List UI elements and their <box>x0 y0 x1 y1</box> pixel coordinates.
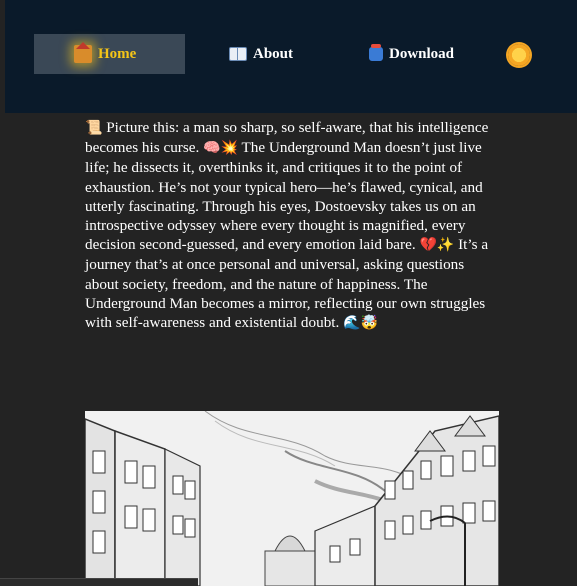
nav-download-label: Download <box>389 45 455 62</box>
house-icon <box>74 42 92 63</box>
nav-download-link[interactable]: Download <box>369 34 454 74</box>
brain-explosion-emoji: 🧠💥 <box>203 140 238 157</box>
sun-icon[interactable] <box>508 44 530 66</box>
browser-status-bar <box>0 578 198 586</box>
article-paragraph: 📜 Picture this: a man so sharp, so self-… <box>85 118 499 333</box>
city-street-illustration <box>85 411 499 586</box>
nav-about-link[interactable]: About <box>229 34 293 74</box>
broken-heart-sparkles-emoji: 💔✨ <box>419 237 455 254</box>
nav-home-label: Home <box>98 45 137 62</box>
sketch-drawing <box>85 411 499 586</box>
scroll-emoji: 📜 <box>85 120 103 136</box>
open-book-icon <box>229 47 247 61</box>
nav-home-link[interactable]: Home <box>34 34 185 74</box>
top-navigation: Home About Download <box>5 0 577 113</box>
wave-mindblown-emoji: 🌊🤯 <box>343 315 378 332</box>
download-box-icon <box>369 44 383 61</box>
article-section: 📜 Picture this: a man so sharp, so self-… <box>85 118 499 333</box>
nav-about-label: About <box>253 45 294 62</box>
page: Home About Download 📜 Picture this: a ma… <box>0 0 577 586</box>
